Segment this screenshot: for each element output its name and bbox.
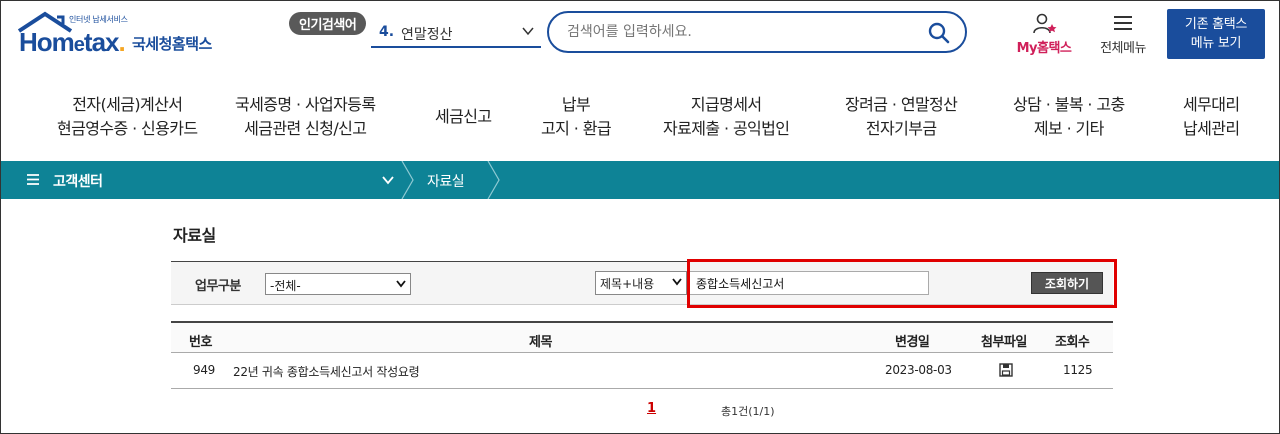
gnb-label: 납부 (561, 95, 591, 114)
gnb-item-payment[interactable]: 납부 고지 · 환급 (541, 93, 612, 141)
category-label: 업무구분 (195, 279, 241, 294)
data-table: 번호 제목 변경일 첨부파일 조회수 949 22년 귀속 종합소득세신고서 작… (171, 321, 1113, 389)
gnb-label: 납세관리 (1183, 119, 1240, 138)
chevron-down-icon[interactable] (381, 174, 395, 186)
old-hometax-menu-button[interactable]: 기존 홈택스 메뉴 보기 (1167, 9, 1265, 59)
breadcrumb-current[interactable]: 자료실 (427, 171, 465, 191)
search-icon[interactable] (927, 21, 951, 45)
all-menu-button[interactable]: 전체메뉴 (1091, 11, 1155, 59)
gnb-item-payment-statement[interactable]: 지급명세서 자료제출 · 공익법인 (663, 93, 790, 141)
pager-page-1[interactable]: 1 (647, 401, 656, 416)
logo-tagline: 인터넷 납세서비스 (69, 15, 128, 24)
pager-total: 총1건(1/1) (721, 405, 775, 418)
gnb-label: 전자(세금)계산서 (72, 95, 183, 114)
gnb-label: 자료제출 · 공익법인 (663, 119, 790, 138)
logo-wordmark: Hometax. (19, 27, 126, 57)
hometax-logo[interactable]: 인터넷 납세서비스 Hometax. 국세청홈택스 (17, 11, 232, 59)
search-box (547, 11, 967, 53)
header-title: 제목 (529, 335, 552, 350)
gnb-label: 상담 · 불복 · 고충 (1013, 95, 1125, 114)
hot-search-rank: 4. (379, 24, 395, 40)
gnb-label: 장려금 · 연말정산 (845, 95, 958, 114)
search-input[interactable] (567, 22, 907, 42)
gnb-item-certificate[interactable]: 국세증명 · 사업자등록 세금관련 신청/신고 (235, 93, 376, 141)
hamburger-icon (1114, 16, 1132, 30)
gnb-label: 세금신고 (435, 107, 492, 126)
search-filter: 업무구분 -전체- 제목+내용 조회하기 (171, 259, 1117, 308)
chevron-down-icon (522, 27, 534, 36)
search-field-selected-value: 제목+내용 (600, 277, 655, 291)
old-hometax-label-line2: 메뉴 보기 (1190, 36, 1242, 51)
gnb-label: 제보 · 기타 (1033, 119, 1105, 138)
search-field-select[interactable]: 제목+내용 (595, 271, 687, 295)
all-menu-label: 전체메뉴 (1100, 41, 1146, 56)
header: 인터넷 납세서비스 Hometax. 국세청홈택스 인기검색어 4. 연말정산 … (1, 1, 1279, 69)
category-selected-value: -전체- (270, 279, 301, 293)
gnb-label: 전자기부금 (865, 119, 937, 138)
hot-search-keyword: 연말정산 (401, 27, 453, 43)
gnb-item-consult[interactable]: 상담 · 불복 · 고충 제보 · 기타 (1013, 93, 1125, 141)
gnb-label: 고지 · 환급 (541, 119, 612, 138)
table-row[interactable]: 949 22년 귀속 종합소득세신고서 작성요령 2023-08-03 1125 (171, 353, 1113, 389)
breadcrumb-separator-icon (487, 161, 500, 199)
row-no: 949 (193, 363, 216, 377)
chevron-down-icon (396, 280, 406, 288)
gnb-label: 지급명세서 (690, 95, 762, 114)
floppy-disk-icon[interactable] (999, 363, 1013, 377)
header-date: 변경일 (895, 335, 930, 350)
hot-search-select[interactable]: 4. 연말정산 (371, 18, 541, 48)
gnb-item-tax-agent[interactable]: 세무대리 납세관리 (1183, 93, 1240, 141)
breadcrumb-root[interactable]: 고객센터 (53, 171, 103, 191)
gnb-label: 국세증명 · 사업자등록 (235, 95, 376, 114)
header-no: 번호 (189, 335, 212, 350)
gnb-item-e-invoice[interactable]: 전자(세금)계산서 현금영수증 · 신용카드 (57, 93, 198, 141)
hot-search-badge: 인기검색어 (289, 12, 367, 35)
logo-name: 국세청홈택스 (132, 35, 212, 53)
old-hometax-label-line1: 기존 홈택스 (1184, 17, 1248, 32)
gnb-label: 현금영수증 · 신용카드 (57, 119, 198, 138)
category-select[interactable]: -전체- (265, 273, 411, 295)
breadcrumb-separator-icon (401, 161, 414, 199)
row-title-link[interactable]: 22년 귀속 종합소득세신고서 작성요령 (233, 363, 420, 380)
gnb-label: 세금관련 신청/신고 (244, 119, 367, 138)
chevron-down-icon (672, 278, 682, 286)
row-date: 2023-08-03 (885, 363, 952, 377)
table-header: 번호 제목 변경일 첨부파일 조회수 (171, 321, 1113, 353)
gnb-item-incentive[interactable]: 장려금 · 연말정산 전자기부금 (845, 93, 958, 141)
gnb-item-tax-report[interactable]: 세금신고 (435, 105, 492, 129)
gnb-label: 세무대리 (1183, 95, 1240, 114)
header-views: 조회수 (1055, 335, 1090, 350)
my-hometax-button[interactable]: My홈택스 (1009, 11, 1079, 59)
header-file: 첨부파일 (981, 335, 1027, 350)
user-star-icon (1033, 13, 1057, 34)
menu-icon (27, 174, 39, 185)
row-views: 1125 (1063, 363, 1093, 377)
page-title: 자료실 (173, 226, 216, 245)
main-navigation: 전자(세금)계산서 현금영수증 · 신용카드 국세증명 · 사업자등록 세금관련… (1, 71, 1279, 161)
highlight-box (687, 259, 1117, 308)
my-hometax-label: My홈택스 (1016, 41, 1072, 56)
breadcrumb: 고객센터 자료실 (1, 161, 1279, 199)
